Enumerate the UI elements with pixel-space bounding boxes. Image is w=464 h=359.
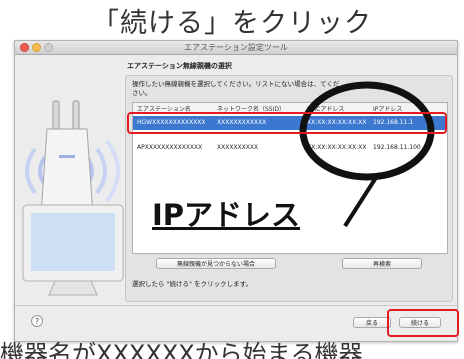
router-device-icon — [40, 100, 94, 216]
selected-row-highlight — [127, 112, 447, 134]
rescan-button[interactable]: 再検索 — [342, 258, 422, 269]
table-row[interactable]: APXXXXXXXXXXXXXX XXXXXXXXXX XX:XX:XX:XX:… — [133, 141, 447, 155]
setup-window: エアステーション設定ツール エアステーション無線親機の選択 操作したい無線親機を… — [14, 40, 458, 342]
router-illustration — [22, 100, 124, 296]
help-button[interactable]: ? — [31, 315, 43, 327]
row-mac: XX:XX:XX:XX:XX:XX — [307, 144, 367, 151]
instruction-text: 操作したい無線親機を選択してください。リストにない場合は、てくだ さい。 — [132, 80, 442, 98]
back-button[interactable]: 戻る — [353, 317, 391, 328]
instruction-tail: てくだ — [320, 80, 340, 88]
section-title: エアステーション無線親機の選択 — [127, 62, 232, 70]
row-name: APXXXXXXXXXXXXXX — [137, 144, 203, 151]
content-area: エアステーション無線親機の選択 操作したい無線親機を選択してください。リストにな… — [123, 57, 455, 302]
instruction-line2: さい。 — [132, 89, 152, 97]
footer-divider — [15, 305, 457, 306]
window-title: エアステーション設定ツール — [184, 43, 288, 52]
continue-button-highlight — [387, 309, 459, 337]
row-ip: 192.168.11.100 — [373, 144, 421, 151]
heading: 「続ける」をクリック — [92, 7, 372, 39]
ip-address-label: IPアドレス — [152, 198, 301, 232]
not-found-button[interactable]: 無線親機が見つからない場合 — [156, 258, 276, 269]
bottom-instruction: 選択したら "続ける" をクリックします。 — [132, 280, 252, 288]
selection-panel: 操作したい無線親機を選択してください。リストにない場合は、てくだ さい。 エアス… — [125, 75, 453, 302]
row-ssid: XXXXXXXXXX — [217, 144, 259, 151]
bottom-caption: 機器名がXXXXXXから始まる機器 — [0, 340, 363, 359]
monitor-icon — [22, 204, 124, 296]
title-bar[interactable]: エアステーション設定ツール — [15, 41, 457, 55]
instruction-line1: 操作したい無線親機を選択してください。リストにない場合は、 — [132, 80, 321, 88]
